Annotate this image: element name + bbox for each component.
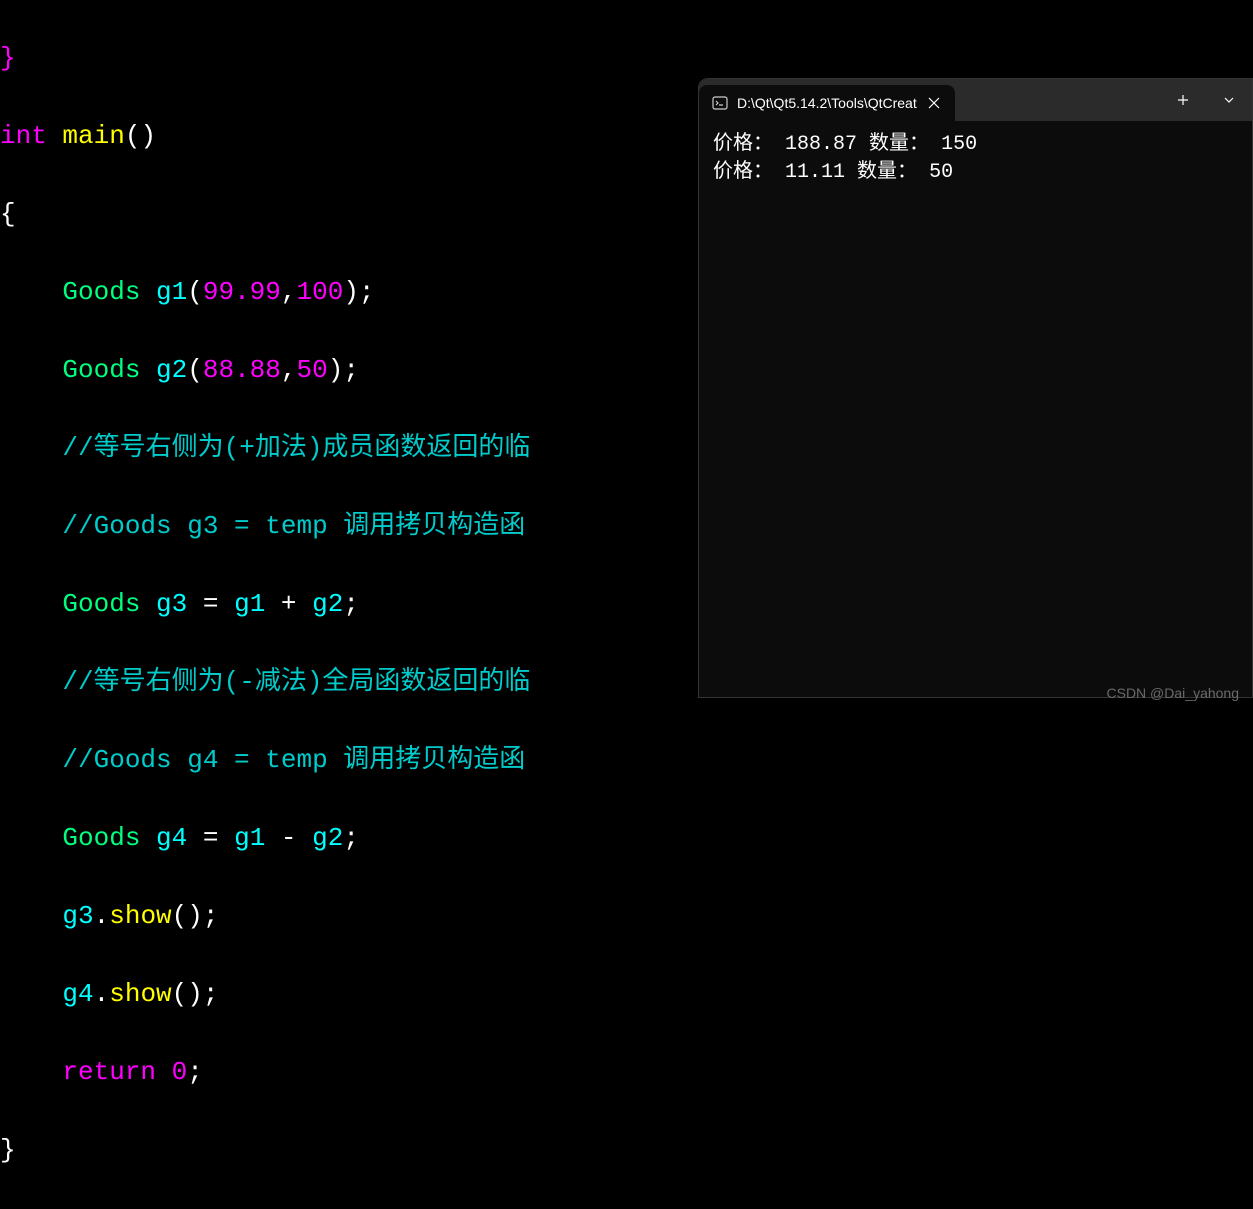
parens: () bbox=[125, 121, 156, 151]
output-line: 价格： 11.11 数量： 50 bbox=[713, 159, 1238, 187]
keyword-return: return bbox=[62, 1057, 156, 1087]
var-g1: g1 bbox=[156, 277, 187, 307]
type-goods: Goods bbox=[62, 589, 140, 619]
output-line: 价格： 188.87 数量： 150 bbox=[713, 131, 1238, 159]
type-goods: Goods bbox=[62, 277, 140, 307]
watermark: CSDN @Dai_yahong bbox=[1107, 685, 1240, 701]
tab-close-button[interactable] bbox=[925, 94, 943, 112]
number: 88.88 bbox=[203, 355, 281, 385]
tab-title: D:\Qt\Qt5.14.2\Tools\QtCreat bbox=[737, 95, 917, 111]
dropdown-button[interactable] bbox=[1206, 79, 1252, 121]
var-g4: g4 bbox=[156, 823, 187, 853]
keyword-int: int bbox=[0, 121, 47, 151]
comment: //Goods g4 = temp 调用拷贝构造函 bbox=[62, 745, 525, 775]
terminal-output[interactable]: 价格： 188.87 数量： 150 价格： 11.11 数量： 50 bbox=[699, 121, 1252, 197]
type-goods: Goods bbox=[62, 823, 140, 853]
comment: //等号右侧为(+加法)成员函数返回的临 bbox=[62, 433, 530, 463]
terminal-tab[interactable]: D:\Qt\Qt5.14.2\Tools\QtCreat bbox=[699, 85, 955, 121]
method-show: show bbox=[109, 979, 171, 1009]
function-main: main bbox=[62, 121, 124, 151]
number-zero: 0 bbox=[172, 1057, 188, 1087]
number: 99.99 bbox=[203, 277, 281, 307]
open-brace: { bbox=[0, 199, 16, 229]
titlebar-actions bbox=[1160, 79, 1252, 121]
new-tab-button[interactable] bbox=[1160, 79, 1206, 121]
type-goods: Goods bbox=[62, 355, 140, 385]
terminal-icon bbox=[711, 94, 729, 112]
close-brace: } bbox=[0, 1135, 16, 1165]
method-show: show bbox=[109, 901, 171, 931]
terminal-window: D:\Qt\Qt5.14.2\Tools\QtCreat 价格： 188.87 … bbox=[698, 78, 1253, 698]
number: 50 bbox=[297, 355, 328, 385]
code-brace: } bbox=[0, 43, 16, 73]
comment: //等号右侧为(-减法)全局函数返回的临 bbox=[62, 667, 530, 697]
titlebar: D:\Qt\Qt5.14.2\Tools\QtCreat bbox=[699, 79, 1252, 121]
var-g3: g3 bbox=[156, 589, 187, 619]
var-g2: g2 bbox=[156, 355, 187, 385]
comment: //Goods g3 = temp 调用拷贝构造函 bbox=[62, 511, 525, 541]
number: 100 bbox=[297, 277, 344, 307]
